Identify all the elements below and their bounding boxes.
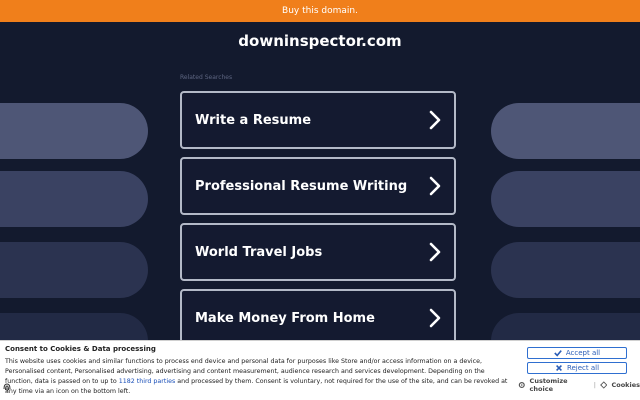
- close-icon: [555, 365, 562, 371]
- card-label: Professional Resume Writing: [195, 178, 408, 194]
- fingerprint-icon[interactable]: [2, 382, 12, 392]
- related-search-write-a-resume[interactable]: Write a Resume: [180, 91, 456, 149]
- reject-all-button[interactable]: Reject all: [527, 362, 627, 374]
- decorative-pill-left-2: [0, 171, 148, 227]
- card-label: World Travel Jobs: [195, 244, 323, 260]
- decorative-pill-right-2: [491, 171, 640, 227]
- consent-links: Customize choice | Cookies: [518, 377, 640, 393]
- accept-all-label: Accept all: [565, 349, 601, 357]
- gear-icon: [518, 381, 525, 389]
- related-search-make-money-from-home[interactable]: Make Money From Home: [180, 289, 456, 347]
- card-label: Make Money From Home: [195, 310, 375, 326]
- cookies-link[interactable]: Cookies: [611, 381, 640, 389]
- decorative-pill-left-1: [0, 103, 148, 159]
- buy-domain-link[interactable]: Buy this domain.: [282, 6, 358, 16]
- decorative-pill-left-3: [0, 242, 148, 298]
- related-search-professional-resume-writing[interactable]: Professional Resume Writing: [180, 157, 456, 215]
- chevron-right-icon: [429, 176, 441, 196]
- checkmark-icon: [554, 350, 562, 357]
- chevron-right-icon: [429, 110, 441, 130]
- consent-title: Consent to Cookies & Data processing: [5, 345, 156, 353]
- link-separator: |: [593, 381, 596, 389]
- decorative-pill-right-1: [491, 103, 640, 159]
- consent-text: This website uses cookies and similar fu…: [5, 357, 510, 397]
- accept-all-button[interactable]: Accept all: [527, 347, 627, 359]
- buy-domain-bar[interactable]: Buy this domain.: [0, 0, 640, 22]
- related-searches-label: Related Searches: [180, 74, 233, 81]
- customize-choice-link[interactable]: Customize choice: [530, 377, 590, 393]
- decorative-pill-right-3: [491, 242, 640, 298]
- cookie-icon: [600, 381, 608, 389]
- third-parties-link[interactable]: 1182 third parties: [119, 378, 176, 385]
- card-label: Write a Resume: [195, 112, 312, 128]
- reject-all-label: Reject all: [566, 364, 600, 372]
- chevron-right-icon: [429, 242, 441, 262]
- chevron-right-icon: [429, 308, 441, 328]
- related-search-world-travel-jobs[interactable]: World Travel Jobs: [180, 223, 456, 281]
- page-title: downinspector.com: [238, 32, 402, 50]
